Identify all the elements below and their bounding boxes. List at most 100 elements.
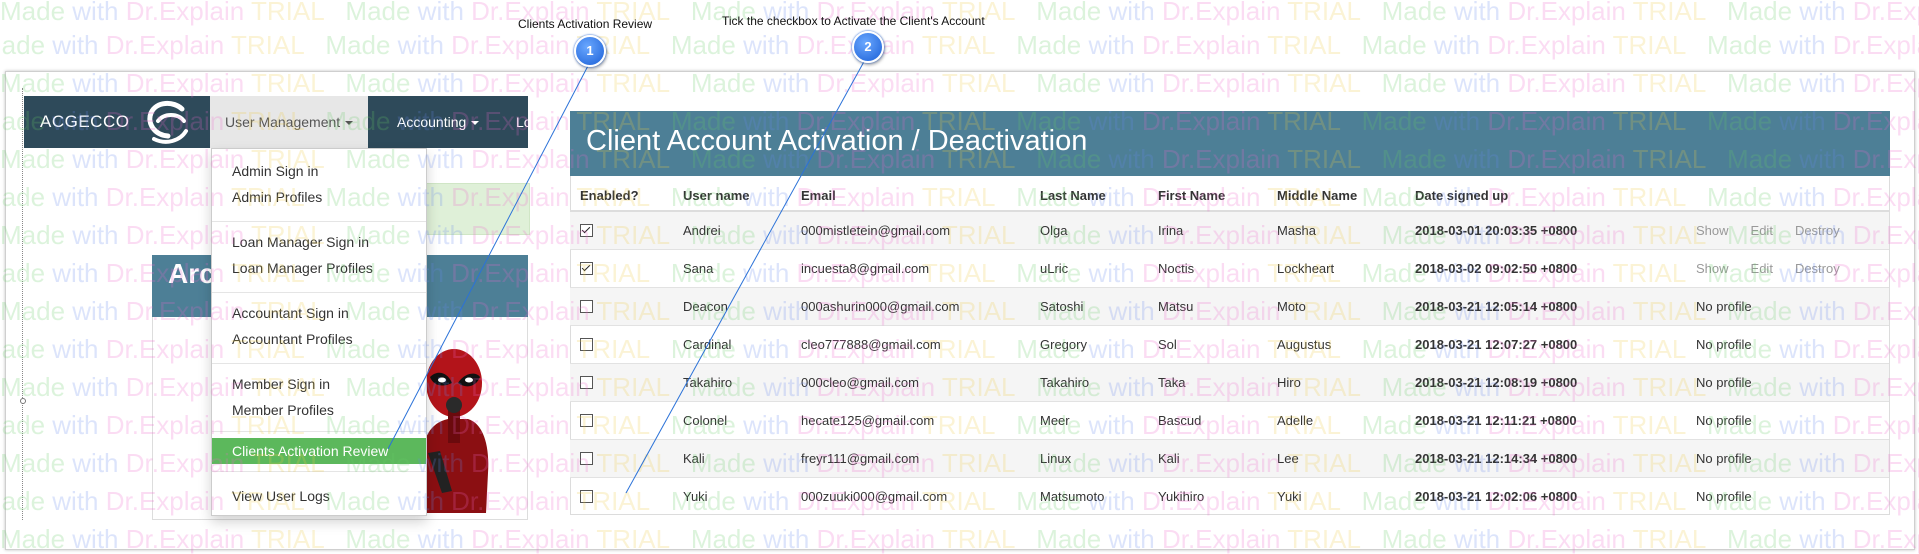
top-navbar: ACGECCO User Management Accounting Lo <box>24 96 528 148</box>
acgecco-logo-icon[interactable] <box>144 99 192 145</box>
column-header[interactable]: Enabled? <box>570 180 673 212</box>
date-signed-up-cell: 2018-03-21 12:07:27 +0800 <box>1405 325 1686 364</box>
destroy-link[interactable]: Destroy <box>1795 223 1840 238</box>
first-name-cell: Kali <box>1148 439 1267 478</box>
menu-accountant-sign-in[interactable]: Accountant Sign in <box>212 300 426 326</box>
table-row: Kali freyr111@gmail.com Linux Kali Lee 2018-0… <box>570 439 1889 478</box>
email-cell: incuesta8@gmail.com <box>791 249 1030 288</box>
last-name-cell: Gregory <box>1030 325 1148 364</box>
menu-view-user-logs[interactable]: View User Logs <box>212 483 426 509</box>
profile-status: No profile <box>1686 477 1889 515</box>
username-cell: Colonel <box>673 401 791 440</box>
callout-2-label: Tick the checkbox to Activate the Client… <box>722 14 985 28</box>
first-name-cell: Noctis <box>1148 249 1267 288</box>
watermark-text: Dr.Explain <box>1487 30 1613 60</box>
middle-name-cell: Moto <box>1267 287 1405 326</box>
show-link[interactable]: Show <box>1696 261 1729 276</box>
column-header <box>1802 180 1889 212</box>
table-row: Andrei 000mistletein@gmail.com Olga Irina Ma… <box>570 210 1889 250</box>
enabled-checkbox[interactable] <box>580 299 593 313</box>
table-row: Deacon 000ashurin000@gmail.com Satoshi Mats… <box>570 287 1889 326</box>
column-header[interactable]: First Name <box>1148 180 1267 212</box>
first-name-cell: Yukihiro <box>1148 477 1267 515</box>
nav-accounting[interactable]: Accounting <box>382 96 494 148</box>
show-link[interactable]: Show <box>1696 223 1729 238</box>
enabled-cell <box>570 439 673 478</box>
table-row: Yuki 000zuuki000@gmail.com Matsumoto Yukihi… <box>570 477 1889 515</box>
menu-divider <box>212 292 426 293</box>
watermark-text: Dr.Explain <box>1852 0 1919 26</box>
date-signed-up-cell: 2018-03-21 12:14:34 +0800 <box>1405 439 1686 478</box>
menu-loan-manager-sign-in[interactable]: Loan Manager Sign in <box>212 229 426 255</box>
menu-member-sign-in[interactable]: Member Sign in <box>212 371 426 397</box>
menu-member-profiles[interactable]: Member Profiles <box>212 397 426 423</box>
watermark-text: Made <box>1707 30 1780 60</box>
watermark-text: TRIAL <box>1287 0 1368 26</box>
watermark-text: with <box>1108 0 1162 26</box>
watermark-text: Dr.Explain <box>1507 0 1633 26</box>
menu-admin-profiles[interactable]: Admin Profiles <box>212 184 426 210</box>
table-row: Colonel hecate125@gmail.com Meer Bascud Adel… <box>570 401 1889 440</box>
watermark-text: with <box>417 0 472 26</box>
enabled-cell <box>570 249 673 288</box>
first-name-cell: Taka <box>1148 363 1267 402</box>
email-cell: 000mistletein@gmail.com <box>791 210 1030 250</box>
username-cell: Sana <box>673 249 791 288</box>
last-name-cell: Meer <box>1030 401 1148 440</box>
resize-handle[interactable] <box>20 398 26 404</box>
callout-2-badge: 2 <box>852 31 884 63</box>
enabled-cell <box>570 210 673 250</box>
enabled-cell <box>570 401 673 440</box>
watermark-row: Made with Dr.Explain TRIAL Made with Dr.… <box>0 30 1919 61</box>
menu-loan-manager-profiles[interactable]: Loan Manager Profiles <box>212 255 426 281</box>
watermark-text: Dr.Explain <box>125 0 251 26</box>
username-cell: Yuki <box>673 477 791 515</box>
menu-clients-activation-review[interactable]: Clients Activation Review <box>212 438 426 464</box>
watermark-text: TRIAL <box>1267 30 1348 60</box>
nav-accounting-label: Accounting <box>397 114 467 130</box>
watermark-text: Dr.Explain <box>1161 0 1288 26</box>
enabled-checkbox[interactable] <box>580 451 593 465</box>
watermark-text: with <box>743 30 797 60</box>
brand-name[interactable]: ACGECCO <box>40 96 129 148</box>
date-signed-up-cell: 2018-03-21 12:05:14 +0800 <box>1405 287 1686 326</box>
enabled-checkbox[interactable] <box>580 261 593 275</box>
last-name-cell: Takahiro <box>1030 363 1148 402</box>
column-header[interactable]: Date signed up <box>1405 180 1686 212</box>
watermark-text: Made <box>1727 0 1800 26</box>
first-name-cell: Bascud <box>1148 401 1267 440</box>
column-header[interactable]: Email <box>791 180 1030 212</box>
table-row: Takahiro 000cleo@gmail.com Takahiro Taka Hir… <box>570 363 1889 402</box>
enabled-checkbox[interactable] <box>580 375 593 389</box>
enabled-checkbox[interactable] <box>580 413 593 427</box>
clients-table: Enabled? User name Email Last Name First… <box>570 180 1889 515</box>
watermark-text: with <box>1433 30 1488 60</box>
nav-loans[interactable]: Lo <box>501 96 528 148</box>
enabled-checkbox[interactable] <box>580 337 593 351</box>
enabled-checkbox[interactable] <box>580 489 593 503</box>
watermark-text: Made <box>670 30 744 60</box>
destroy-link[interactable]: Destroy <box>1795 261 1840 276</box>
date-signed-up-cell: 2018-03-21 12:11:21 +0800 <box>1405 401 1686 440</box>
menu-divider <box>212 363 426 364</box>
date-signed-up-cell: 2018-03-02 09:02:50 +0800 <box>1405 249 1686 288</box>
date-signed-up-cell: 2018-03-01 20:03:35 +0800 <box>1405 210 1686 250</box>
date-signed-up-cell: 2018-03-21 12:08:19 +0800 <box>1405 363 1686 402</box>
profile-status: No profile <box>1686 287 1889 326</box>
edit-link[interactable]: Edit <box>1751 261 1773 276</box>
watermark-text: with <box>1088 30 1142 60</box>
watermark-text: Made <box>345 0 418 26</box>
column-header[interactable]: User name <box>673 180 791 212</box>
middle-name-cell: Yuki <box>1267 477 1405 515</box>
edit-link[interactable]: Edit <box>1751 223 1773 238</box>
watermark-text: with <box>1799 0 1853 26</box>
menu-accountant-profiles[interactable]: Accountant Profiles <box>212 326 426 352</box>
last-name-cell: uLric <box>1030 249 1148 288</box>
nav-user-management[interactable]: User Management <box>210 96 369 148</box>
column-header[interactable]: Last Name <box>1030 180 1148 212</box>
enabled-checkbox[interactable] <box>580 223 593 237</box>
menu-admin-sign-in[interactable]: Admin Sign in <box>212 158 426 184</box>
row-actions: Show Edit Destroy <box>1686 249 1889 288</box>
column-header[interactable]: Middle Name <box>1267 180 1405 212</box>
nav-user-management-label: User Management <box>225 114 341 130</box>
